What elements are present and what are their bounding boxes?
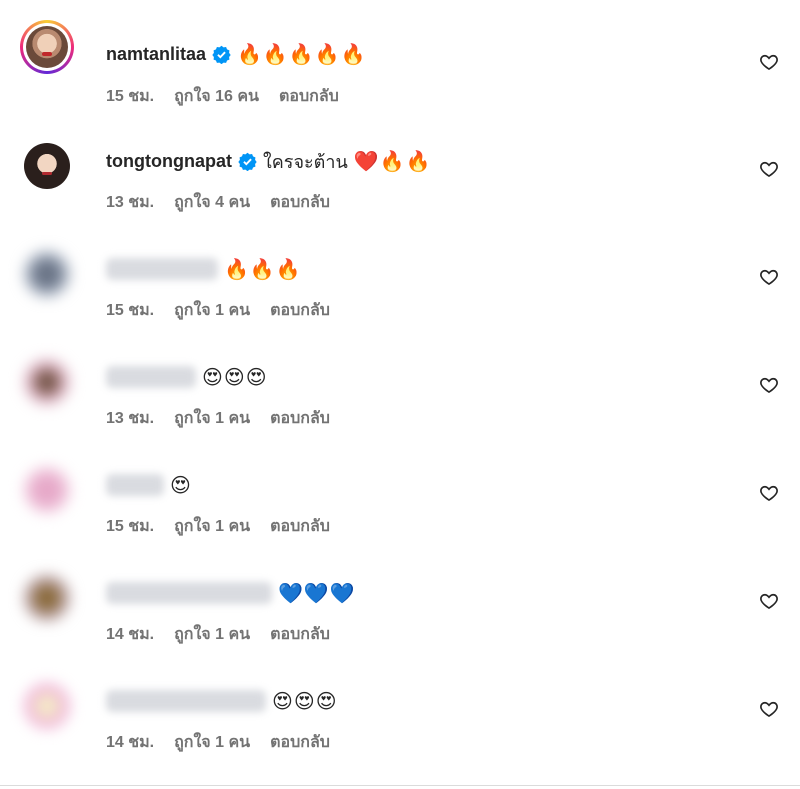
comment-emoji: 😍: [170, 473, 192, 497]
heart-outline-icon[interactable]: [759, 591, 779, 611]
username-redacted: [106, 582, 272, 604]
comment-emoji: 😍😍😍: [202, 365, 268, 389]
reply-button[interactable]: ตอบกลับ: [270, 406, 330, 431]
avatar[interactable]: [20, 247, 74, 301]
timestamp: 15 ชม.: [106, 88, 155, 105]
username-redacted: [106, 366, 196, 388]
heart-outline-icon[interactable]: [759, 375, 779, 395]
timestamp: 14 ชม.: [106, 626, 155, 643]
reply-button[interactable]: ตอบกลับ: [270, 622, 330, 647]
username[interactable]: namtanlitaa: [106, 44, 206, 65]
comment-item: 😍😍😍 14 ชม. ถูกใจ 1 คน ตอบกลับ: [0, 665, 800, 773]
comment-item: 🔥🔥🔥 15 ชม. ถูกใจ 1 คน ตอบกลับ: [0, 233, 800, 341]
comment-emoji: 🔥🔥🔥: [224, 257, 302, 281]
reply-button[interactable]: ตอบกลับ: [270, 730, 330, 755]
username-redacted: [106, 690, 266, 712]
like-count[interactable]: ถูกใจ 1 คน: [174, 622, 250, 647]
like-count[interactable]: ถูกใจ 1 คน: [174, 514, 250, 539]
like-count[interactable]: ถูกใจ 4 คน: [174, 190, 250, 215]
like-count[interactable]: ถูกใจ 1 คน: [174, 406, 250, 431]
timestamp: 13 ชม.: [106, 410, 155, 427]
comment-header: tongtongnapat ใครจะต้าน ❤️🔥🔥: [106, 147, 432, 175]
comment-header: 🔥🔥🔥: [106, 255, 302, 283]
comment-header: 😍😍😍: [106, 363, 268, 391]
comment-text: ใครจะต้าน: [262, 151, 348, 172]
comment-emoji: 💙💙💙: [278, 581, 356, 605]
avatar[interactable]: [20, 679, 74, 733]
avatar[interactable]: [20, 571, 74, 625]
comment-meta: 13 ชม. ถูกใจ 1 คน ตอบกลับ: [106, 406, 330, 431]
username[interactable]: tongtongnapat: [106, 151, 232, 172]
comment-header: 😍😍😍: [106, 687, 338, 715]
avatar[interactable]: [20, 355, 74, 409]
comment-item: 😍😍😍 13 ชม. ถูกใจ 1 คน ตอบกลับ: [0, 341, 800, 449]
reply-button[interactable]: ตอบกลับ: [270, 514, 330, 539]
verified-badge-icon: [212, 45, 231, 64]
comment-item: 💙💙💙 14 ชม. ถูกใจ 1 คน ตอบกลับ: [0, 557, 800, 665]
comment-header: namtanlitaa 🔥🔥🔥🔥🔥: [106, 40, 367, 68]
comment-header: 💙💙💙: [106, 579, 356, 607]
timestamp: 15 ชม.: [106, 518, 155, 535]
reply-button[interactable]: ตอบกลับ: [279, 84, 339, 109]
comment-emoji: 😍😍😍: [272, 689, 338, 713]
comment-meta: 14 ชม. ถูกใจ 1 คน ตอบกลับ: [106, 622, 330, 647]
comment-meta: 15 ชม. ถูกใจ 1 คน ตอบกลับ: [106, 298, 330, 323]
comment-meta: 15 ชม. ถูกใจ 16 คน ตอบกลับ: [106, 84, 339, 109]
reply-button[interactable]: ตอบกลับ: [270, 298, 330, 323]
comment-meta: 15 ชม. ถูกใจ 1 คน ตอบกลับ: [106, 514, 330, 539]
comment-item: tongtongnapat ใครจะต้าน ❤️🔥🔥 13 ชม. ถูกใ…: [0, 125, 800, 233]
timestamp: 13 ชม.: [106, 194, 155, 211]
like-count[interactable]: ถูกใจ 1 คน: [174, 298, 250, 323]
username-redacted: [106, 258, 218, 280]
divider: [0, 785, 800, 786]
comment-item: namtanlitaa 🔥🔥🔥🔥🔥 15 ชม. ถูกใจ 16 คน ตอบ…: [0, 20, 800, 128]
heart-outline-icon[interactable]: [759, 159, 779, 179]
reply-button[interactable]: ตอบกลับ: [270, 190, 330, 215]
verified-badge-icon: [238, 152, 257, 171]
heart-outline-icon[interactable]: [759, 52, 779, 72]
comment-emoji: 🔥🔥🔥🔥🔥: [237, 42, 367, 66]
comment-emoji: ❤️🔥🔥: [353, 149, 432, 173]
like-count[interactable]: ถูกใจ 16 คน: [174, 84, 259, 109]
heart-outline-icon[interactable]: [759, 267, 779, 287]
timestamp: 15 ชม.: [106, 302, 155, 319]
comment-meta: 13 ชม. ถูกใจ 4 คน ตอบกลับ: [106, 190, 330, 215]
heart-outline-icon[interactable]: [759, 699, 779, 719]
comment-header: 😍: [106, 471, 192, 499]
comment-item: 😍 15 ชม. ถูกใจ 1 คน ตอบกลับ: [0, 449, 800, 557]
heart-outline-icon[interactable]: [759, 483, 779, 503]
avatar[interactable]: [20, 139, 74, 193]
timestamp: 14 ชม.: [106, 734, 155, 751]
comment-meta: 14 ชม. ถูกใจ 1 คน ตอบกลับ: [106, 730, 330, 755]
avatar[interactable]: [20, 463, 74, 517]
avatar[interactable]: [20, 20, 74, 74]
username-redacted: [106, 474, 164, 496]
like-count[interactable]: ถูกใจ 1 คน: [174, 730, 250, 755]
